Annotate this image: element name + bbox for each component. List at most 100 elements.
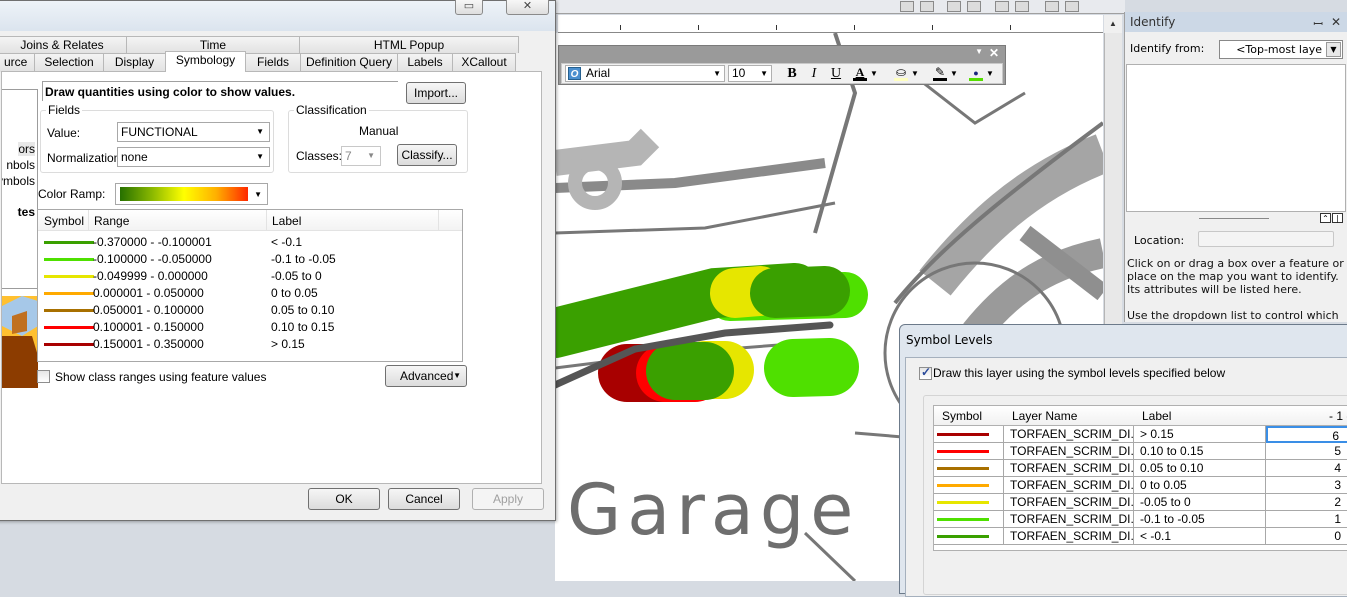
bold-button[interactable]: B	[784, 65, 800, 82]
ok-button[interactable]: OK	[308, 488, 380, 510]
class-row[interactable]: 0.150001 - 0.350000 > 0.15	[38, 336, 462, 353]
font-color-button[interactable]: A ▼	[852, 65, 878, 82]
class-row[interactable]: 0.000001 - 0.050000 0 to 0.05	[38, 285, 462, 302]
draw-symbol-levels-checkbox[interactable]	[919, 365, 932, 380]
tab-xcallout[interactable]: XCallout	[452, 53, 516, 72]
level-value[interactable]: 3	[1266, 477, 1347, 494]
cancel-button[interactable]: Cancel	[388, 488, 460, 510]
renderer-item[interactable]: ors	[18, 142, 35, 156]
renderer-list[interactable]: ors nbols ymbols tes	[2, 89, 38, 289]
symbol-level-row[interactable]: TORFAEN_SCRIM_DI... -0.05 to 02	[934, 494, 1347, 511]
tab-selection[interactable]: Selection	[34, 53, 104, 72]
class-row[interactable]: 0.100001 - 0.150000 0.10 to 0.15	[38, 319, 462, 336]
toolbar-button[interactable]	[1065, 1, 1079, 12]
normalization-select[interactable]: none ▼	[117, 147, 270, 167]
renderer-item[interactable]: ymbols	[2, 174, 35, 188]
level-value[interactable]: 5	[1266, 443, 1347, 460]
class-label[interactable]: -0.1 to -0.05	[271, 252, 336, 266]
collapse-icon[interactable]: |	[1332, 213, 1343, 223]
class-label[interactable]: < -0.1	[271, 235, 302, 249]
toolbar-button[interactable]	[967, 1, 981, 12]
close-icon[interactable]: ✕	[1331, 15, 1341, 29]
line-symbol[interactable]	[44, 309, 94, 312]
advanced-button[interactable]: Advanced ▼	[385, 365, 467, 387]
symbol-level-row[interactable]: TORFAEN_SCRIM_DI... < -0.1 0	[934, 528, 1347, 545]
symbol-level-row[interactable]: TORFAEN_SCRIM_DI... 0 to 0.05 3	[934, 477, 1347, 494]
class-label[interactable]: 0.05 to 0.10	[271, 303, 334, 317]
outline-color-button[interactable]: ✎ ▼	[932, 65, 958, 82]
toolbar-options-icon[interactable]: ▼	[975, 47, 983, 56]
line-symbol[interactable]	[44, 241, 94, 244]
show-class-ranges-checkbox[interactable]	[37, 370, 50, 383]
toolbar-button[interactable]	[1045, 1, 1059, 12]
close-button[interactable]: ✕	[506, 0, 549, 15]
tab-definition-query[interactable]: Definition Query	[300, 53, 398, 72]
line-symbol[interactable]	[44, 258, 94, 261]
class-label[interactable]: 0.10 to 0.15	[271, 320, 334, 334]
toolbar-button[interactable]	[1015, 1, 1029, 12]
identify-results-tree[interactable]	[1126, 64, 1346, 212]
classify-button[interactable]: Classify...	[397, 144, 457, 166]
tab-display[interactable]: Display	[103, 53, 166, 72]
symbol-level-row[interactable]: TORFAEN_SCRIM_DI... -0.1 to -0.05 1	[934, 511, 1347, 528]
restore-button[interactable]: ▭	[455, 0, 483, 15]
level-value[interactable]: 6	[1266, 426, 1347, 443]
renderer-item[interactable]: nbols	[6, 158, 35, 172]
class-range[interactable]: 0.100001 - 0.150000	[93, 320, 204, 334]
level-value[interactable]: 1	[1266, 511, 1347, 528]
splitter[interactable]: ⌃ |	[1126, 212, 1346, 224]
font-size-select[interactable]: 10 ▼	[728, 65, 772, 82]
italic-button[interactable]: I	[806, 65, 822, 82]
line-symbol[interactable]	[44, 326, 94, 329]
marker-color-button[interactable]: ● ▼	[968, 65, 994, 82]
font-select[interactable]: O Arial ▼	[565, 65, 725, 82]
class-range[interactable]: 0.150001 - 0.350000	[93, 337, 204, 351]
symbol-levels-table[interactable]: Symbol Layer Name Label - 1 - TORFAEN_SC…	[933, 405, 1347, 551]
location-field[interactable]	[1198, 231, 1334, 247]
apply-button[interactable]: Apply	[472, 488, 544, 510]
class-range[interactable]: -0.049999 - 0.000000	[93, 269, 208, 283]
class-row[interactable]: -0.100000 - -0.050000 -0.1 to -0.05	[38, 251, 462, 268]
value-field-select[interactable]: FUNCTIONAL ▼	[117, 122, 270, 142]
line-symbol[interactable]	[44, 275, 94, 278]
toolbar-button[interactable]	[900, 1, 914, 12]
tab-fields[interactable]: Fields	[245, 53, 301, 72]
symbol-level-row[interactable]: TORFAEN_SCRIM_DI... > 0.15 6	[934, 426, 1347, 443]
tab-joins-relates[interactable]: Joins & Relates	[0, 36, 127, 53]
line-symbol[interactable]	[44, 292, 94, 295]
class-range[interactable]: 0.050001 - 0.100000	[93, 303, 204, 317]
import-button[interactable]: Import...	[406, 82, 466, 104]
tab-symbology[interactable]: Symbology	[165, 51, 246, 72]
tab-labels[interactable]: Labels	[397, 53, 453, 72]
close-icon[interactable]: ✕	[989, 46, 999, 60]
toolbar-button[interactable]	[947, 1, 961, 12]
toolbar-button[interactable]	[995, 1, 1009, 12]
fill-color-button[interactable]: ⛀ ▼	[893, 65, 919, 82]
identify-from-select[interactable]: <Top-most laye ▼	[1219, 40, 1343, 59]
class-range[interactable]: -0.370000 - -0.100001	[93, 235, 212, 249]
tab-source[interactable]: urce	[0, 53, 35, 72]
class-table[interactable]: Symbol Range Label -0.370000 - -0.100001…	[37, 209, 463, 362]
level-value[interactable]: 2	[1266, 494, 1347, 511]
class-row[interactable]: -0.049999 - 0.000000 -0.05 to 0	[38, 268, 462, 285]
level-value[interactable]: 4	[1266, 460, 1347, 477]
class-label[interactable]: -0.05 to 0	[271, 269, 322, 283]
underline-button[interactable]: U	[828, 65, 844, 82]
class-range[interactable]: -0.100000 - -0.050000	[93, 252, 212, 266]
scroll-up-button[interactable]: ▲	[1104, 15, 1122, 33]
class-label[interactable]: > 0.15	[271, 337, 305, 351]
class-range[interactable]: 0.000001 - 0.050000	[93, 286, 204, 300]
class-row[interactable]: 0.050001 - 0.100000 0.05 to 0.10	[38, 302, 462, 319]
expand-up-icon[interactable]: ⌃	[1320, 213, 1331, 223]
line-symbol[interactable]	[44, 343, 94, 346]
symbol-level-row[interactable]: TORFAEN_SCRIM_DI... 0.10 to 0.15 5	[934, 443, 1347, 460]
class-row[interactable]: -0.370000 - -0.100001 < -0.1	[38, 234, 462, 251]
classes-select[interactable]: 7 ▼	[341, 146, 381, 166]
toolbar-button[interactable]	[920, 1, 934, 12]
renderer-item[interactable]: tes	[18, 205, 35, 219]
color-ramp-select[interactable]: ▼	[115, 183, 268, 205]
symbol-level-row[interactable]: TORFAEN_SCRIM_DI... 0.05 to 0.10 4	[934, 460, 1347, 477]
level-value[interactable]: 0	[1266, 528, 1347, 545]
class-label[interactable]: 0 to 0.05	[271, 286, 318, 300]
tab-html-popup[interactable]: HTML Popup	[299, 36, 519, 53]
